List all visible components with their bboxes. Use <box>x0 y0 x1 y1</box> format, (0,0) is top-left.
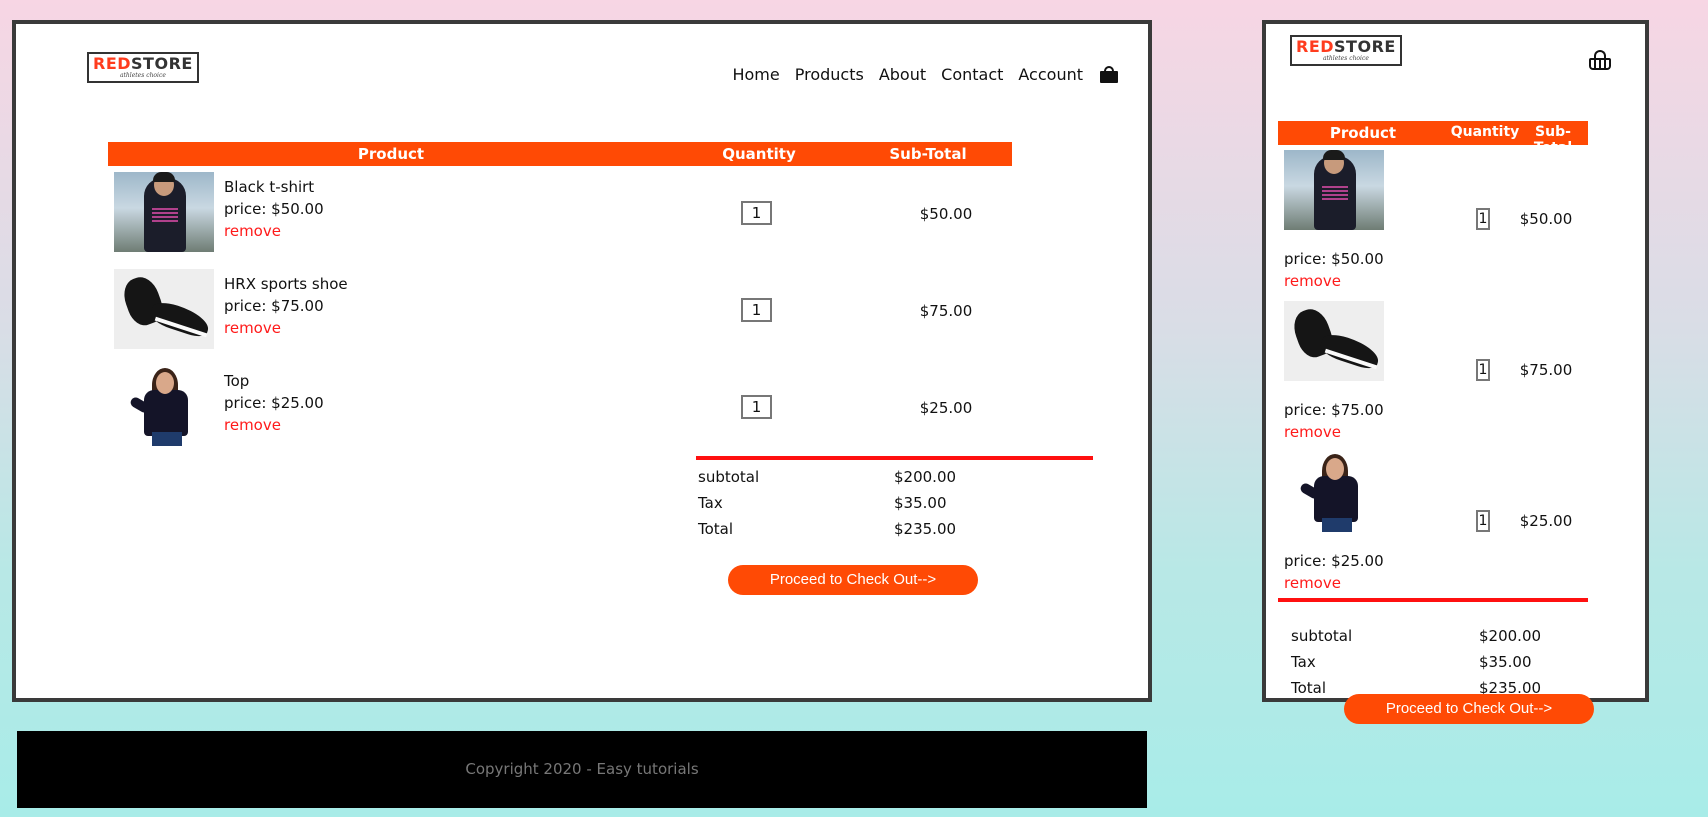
product-price: price: $75.00 <box>1284 401 1384 419</box>
quantity-input[interactable]: 1 <box>741 298 772 322</box>
product-price: price: $50.00 <box>1284 250 1384 268</box>
footer: Copyright 2020 - Easy tutorials <box>17 731 1147 808</box>
item-subtotal: $75.00 <box>1519 361 1573 379</box>
tax-label: Tax <box>698 494 723 512</box>
product-name: Black t-shirt <box>224 178 315 196</box>
quantity-input[interactable]: 1 <box>741 201 772 225</box>
logo-tagline: athletes choice <box>1322 55 1369 62</box>
shopping-bag-icon[interactable] <box>1100 66 1118 83</box>
cart-item-info: Top price: $25.00 remove <box>224 370 324 436</box>
cart-item-info: Black t-shirt price: $50.00 remove <box>224 176 324 242</box>
product-price: price: $25.00 <box>224 394 324 412</box>
remove-link[interactable]: remove <box>224 414 324 436</box>
cart-totals: subtotal $200.00 Tax $35.00 Total $235.00 <box>1291 623 1591 701</box>
quantity-input[interactable]: 1 <box>1476 208 1490 230</box>
redstore-logo[interactable]: REDSTORE athletes choice <box>1290 35 1402 66</box>
remove-link[interactable]: remove <box>224 220 324 242</box>
desktop-preview: REDSTORE athletes choice Home Products A… <box>12 20 1152 702</box>
quantity-input[interactable]: 1 <box>1476 359 1490 381</box>
product-name: Top <box>224 372 250 390</box>
cart-table-header: Product Quantity Sub-Total <box>108 142 1012 166</box>
product-name: HRX sports shoe <box>224 275 348 293</box>
item-subtotal: $50.00 <box>919 205 973 223</box>
cart-totals: subtotal $200.00 Tax $35.00 Total $235.00 <box>698 464 1098 542</box>
remove-link[interactable]: remove <box>1284 572 1384 594</box>
item-subtotal: $25.00 <box>1519 512 1573 530</box>
nav-home[interactable]: Home <box>732 65 779 84</box>
product-price: price: $25.00 <box>1284 552 1384 570</box>
tax-value: $35.00 <box>1479 653 1532 671</box>
logo-store-text: STORE <box>1334 37 1396 56</box>
nav-account[interactable]: Account <box>1018 65 1083 84</box>
remove-link[interactable]: remove <box>224 317 348 339</box>
tax-value: $35.00 <box>894 494 947 512</box>
totals-divider <box>696 456 1093 460</box>
product-image-sports-shoe <box>114 269 214 349</box>
total-label: Total <box>698 520 734 538</box>
logo-red-text: RED <box>93 54 132 73</box>
copyright-text: Copyright 2020 - Easy tutorials <box>465 760 699 778</box>
cart-item-info: price: $25.00 remove <box>1284 550 1384 594</box>
product-image-top <box>1284 452 1384 532</box>
product-price: price: $50.00 <box>224 200 324 218</box>
product-price: price: $75.00 <box>224 297 324 315</box>
header-subtotal: Sub-Total <box>1533 124 1573 156</box>
cart-item-info: price: $75.00 remove <box>1284 399 1384 443</box>
product-image-sports-shoe <box>1284 301 1384 381</box>
header-subtotal: Sub-Total <box>889 145 967 163</box>
nav-about[interactable]: About <box>879 65 926 84</box>
header-product: Product <box>357 145 425 163</box>
header-quantity: Quantity <box>1450 124 1520 140</box>
main-nav: Home Products About Contact Account <box>732 65 1118 84</box>
cart-table-header: Product Quantity Sub-Total <box>1278 121 1588 156</box>
tax-label: Tax <box>1291 653 1316 671</box>
totals-divider <box>1278 598 1588 602</box>
total-value: $235.00 <box>894 520 957 538</box>
mobile-preview: REDSTORE athletes choice Product Quantit… <box>1262 20 1649 702</box>
item-subtotal: $50.00 <box>1519 210 1573 228</box>
item-subtotal: $25.00 <box>919 399 973 417</box>
nav-contact[interactable]: Contact <box>941 65 1003 84</box>
quantity-input[interactable]: 1 <box>1476 510 1490 532</box>
product-image-black-tshirt <box>114 172 214 252</box>
subtotal-value: $200.00 <box>894 468 957 486</box>
cart-item-info: price: $50.00 remove <box>1284 248 1384 292</box>
logo-tagline: athletes choice <box>119 72 166 79</box>
checkout-button[interactable]: Proceed to Check Out--> <box>1344 694 1594 724</box>
redstore-logo[interactable]: REDSTORE athletes choice <box>87 52 199 83</box>
logo-red-text: RED <box>1296 37 1335 56</box>
subtotal-label: subtotal <box>1291 627 1353 645</box>
remove-link[interactable]: remove <box>1284 270 1384 292</box>
logo-store-text: STORE <box>131 54 193 73</box>
remove-link[interactable]: remove <box>1284 421 1384 443</box>
nav-products[interactable]: Products <box>795 65 864 84</box>
cart-item-info: HRX sports shoe price: $75.00 remove <box>224 273 348 339</box>
product-image-top <box>114 366 214 446</box>
subtotal-label: subtotal <box>698 468 760 486</box>
product-image-black-tshirt <box>1284 150 1384 230</box>
item-subtotal: $75.00 <box>919 302 973 320</box>
basket-icon[interactable] <box>1589 50 1611 70</box>
header-product: Product <box>1329 124 1397 142</box>
checkout-button[interactable]: Proceed to Check Out--> <box>728 565 978 595</box>
header-quantity: Quantity <box>722 145 796 163</box>
quantity-input[interactable]: 1 <box>741 395 772 419</box>
subtotal-value: $200.00 <box>1479 627 1542 645</box>
